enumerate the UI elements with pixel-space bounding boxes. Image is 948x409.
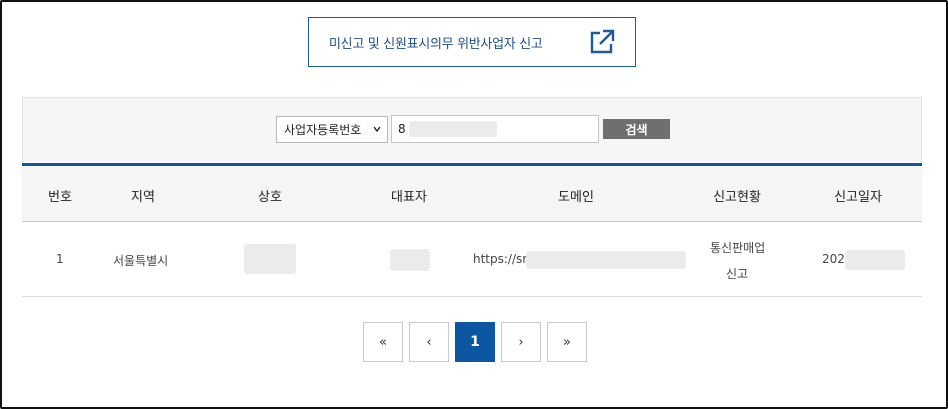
cell-representative-redacted bbox=[390, 249, 430, 271]
cell-status-line1: 통신판매업 bbox=[710, 241, 766, 255]
header-representative: 대표자 bbox=[391, 190, 427, 205]
last-page-button[interactable]: » bbox=[547, 322, 587, 362]
chevron-down-icon bbox=[373, 126, 381, 133]
table-header: 번호 지역 상호 대표자 도메인 신고현황 신고일자 bbox=[22, 166, 922, 222]
header-domain: 도메인 bbox=[558, 190, 594, 205]
cell-status-line2: 신고 bbox=[726, 267, 749, 281]
search-input-value: 8 bbox=[398, 122, 406, 136]
header-status: 신고현황 bbox=[713, 190, 761, 205]
search-type-select[interactable]: 사업자등록번호 bbox=[276, 116, 388, 143]
header-date: 신고일자 bbox=[834, 190, 882, 205]
cell-region: 서울특별시 bbox=[113, 254, 169, 268]
header-region: 지역 bbox=[131, 190, 155, 205]
search-input[interactable]: 8 bbox=[391, 115, 599, 143]
cell-domain: https://sr bbox=[473, 252, 528, 266]
search-button[interactable]: 검색 bbox=[603, 119, 670, 139]
current-page-button[interactable]: 1 bbox=[455, 322, 495, 362]
results-table: 번호 지역 상호 대표자 도메인 신고현황 신고일자 1 서울특별시 https… bbox=[22, 163, 922, 297]
external-link-icon bbox=[590, 29, 615, 54]
cell-domain-redacted bbox=[526, 251, 686, 269]
cell-number: 1 bbox=[56, 252, 64, 266]
cell-date: 202 bbox=[822, 252, 845, 266]
search-type-value: 사업자등록번호 bbox=[284, 123, 362, 137]
report-violation-label: 미신고 및 신원표시의무 위반사업자 신고 bbox=[329, 36, 543, 52]
redacted-text bbox=[408, 121, 497, 137]
header-number: 번호 bbox=[48, 190, 72, 205]
report-violation-button[interactable]: 미신고 및 신원표시의무 위반사업자 신고 bbox=[308, 17, 636, 67]
cell-date-redacted bbox=[845, 250, 905, 270]
prev-page-button[interactable]: ‹ bbox=[409, 322, 449, 362]
pagination: « ‹ 1 › » bbox=[363, 322, 593, 362]
search-bar: 사업자등록번호 8 검색 bbox=[22, 97, 922, 162]
header-company: 상호 bbox=[258, 190, 282, 205]
table-row: 1 서울특별시 https://sr 통신판매업 신고 202 bbox=[22, 222, 922, 297]
next-page-button[interactable]: › bbox=[501, 322, 541, 362]
cell-company-redacted bbox=[244, 244, 296, 274]
first-page-button[interactable]: « bbox=[363, 322, 403, 362]
